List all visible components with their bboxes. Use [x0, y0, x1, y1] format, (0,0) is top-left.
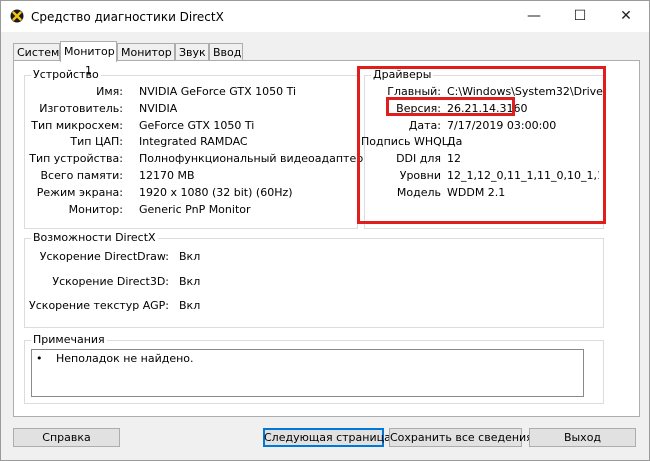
tab-sound[interactable]: Звук [175, 43, 209, 60]
device-group: Устройство Имя: NVIDIA GeForce GTX 1050 … [24, 68, 363, 229]
notes-group: Примечания • Неполадок не найдено. [24, 333, 604, 404]
version-highlight-frame [386, 97, 515, 116]
device-label: Изготовитель: [39, 102, 123, 115]
device-label: Тип микросхем: [31, 119, 123, 132]
window-title: Средство диагностики DirectX [31, 10, 224, 24]
tab-input[interactable]: Ввод [209, 43, 243, 60]
device-value: Generic PnP Monitor [139, 203, 251, 216]
directx-label: Ускорение Direct3D: [52, 275, 169, 288]
tab-monitor-2[interactable]: Монитор 2 [117, 43, 175, 76]
device-value: 12170 MB [139, 169, 195, 182]
maximize-button[interactable]: ☐ [557, 1, 603, 32]
device-value: NVIDIA [139, 102, 178, 115]
notes-text: Неполадок не найдено. [56, 352, 194, 365]
directx-label: Ускорение текстур AGP: [29, 299, 169, 312]
device-label: Тип ЦАП: [70, 135, 123, 148]
next-page-button[interactable]: Следующая страница [263, 428, 391, 447]
save-all-info-button[interactable]: Сохранить все сведения... [389, 428, 543, 447]
directx-features-title: Возможности DirectX [31, 231, 158, 245]
device-value: Integrated RAMDAC [139, 135, 248, 148]
notes-line: • Неполадок не найдено. [36, 352, 194, 365]
device-value: 1920 x 1080 (32 bit) (60Hz) [139, 186, 293, 199]
device-label: Тип устройства: [29, 152, 123, 165]
tab-monitor-1[interactable]: Монитор 1 [60, 41, 117, 77]
tab-system[interactable]: Система [13, 43, 66, 60]
device-label: Имя: [96, 85, 123, 98]
title-bar: Средство диагностики DirectX — ☐ ✕ [1, 1, 649, 32]
directx-value: Вкл [179, 250, 201, 263]
directx-value: Вкл [179, 299, 201, 312]
device-value: GeForce GTX 1050 Ti [139, 119, 255, 132]
directx-value: Вкл [179, 275, 201, 288]
exit-button[interactable]: Выход [529, 428, 636, 447]
notes-textbox[interactable]: • Неполадок не найдено. [31, 349, 584, 397]
notes-group-title: Примечания [31, 333, 107, 347]
bullet: • [36, 352, 43, 365]
minimize-button[interactable]: — [511, 1, 557, 32]
directx-app-icon [10, 9, 24, 23]
directx-features-group: Возможности DirectX Ускорение DirectDraw… [24, 231, 604, 328]
device-label: Режим экрана: [36, 186, 123, 199]
directx-label: Ускорение DirectDraw: [39, 250, 169, 263]
device-value: NVIDIA GeForce GTX 1050 Ti [139, 85, 297, 98]
device-label: Всего памяти: [40, 169, 123, 182]
dxdiag-window: Средство диагностики DirectX — ☐ ✕ Систе… [0, 0, 650, 461]
drivers-highlight-frame [357, 66, 606, 224]
device-value: Полнофункциональный видеоадаптер [139, 152, 364, 165]
device-label: Монитор: [68, 203, 123, 216]
help-button[interactable]: Справка [13, 428, 120, 447]
close-button[interactable]: ✕ [603, 1, 649, 32]
